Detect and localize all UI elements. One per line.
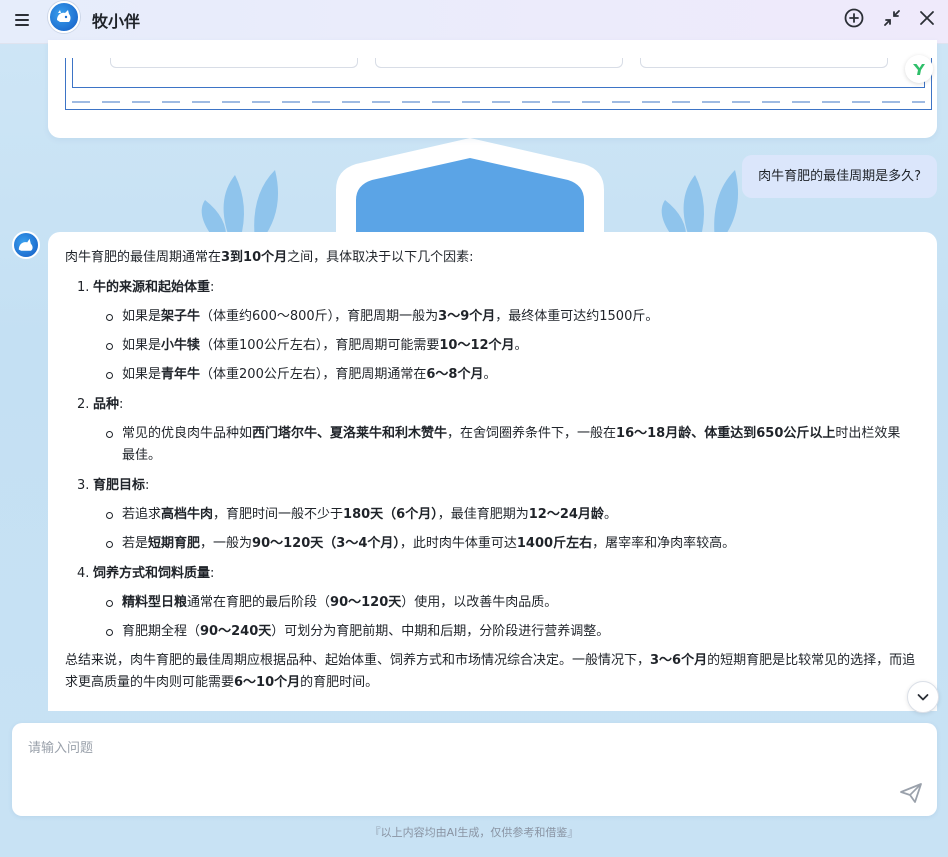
bullet-item: 精料型日粮通常在育肥的最后阶段（90～120天）使用，以改善牛肉品质。 — [65, 592, 919, 614]
list-item: 4. 饲养方式和饲料质量: — [77, 566, 215, 581]
list-item: 1. 牛的来源和起始体重: — [77, 280, 215, 295]
user-message-bubble: 肉牛育肥的最佳周期是多久? — [742, 155, 937, 198]
bullet-item: 如果是架子牛（体重约600～800斤），育肥周期一般为3～9个月，最终体重可达约… — [65, 306, 919, 328]
bot-answer-card: 肉牛育肥的最佳周期通常在3到10个月之间，具体取决于以下几个因素: 1. 牛的来源… — [48, 232, 937, 711]
dashed-divider — [72, 101, 925, 103]
hamburger-menu-icon[interactable] — [10, 8, 34, 32]
card-cell — [375, 58, 623, 68]
bullet-item: 若追求高档牛肉，育肥时间一般不少于180天（6个月），最佳育肥期为12～24月龄… — [65, 504, 919, 526]
list-item: 2. 品种: — [77, 397, 124, 412]
plus-circle-icon[interactable] — [842, 6, 866, 30]
bullet-item: 如果是小牛犊（体重100公斤左右），育肥周期可能需要10～12个月。 — [65, 335, 919, 357]
bullet-item: 若是短期育肥，一般为90～120天（3～4个月），此时肉牛体重可达1400斤左右… — [65, 533, 919, 555]
previous-message-card — [48, 40, 937, 138]
card-cell — [640, 58, 888, 68]
ai-disclaimer: 『以上内容均由AI生成，仅供参考和借鉴』 — [369, 826, 579, 839]
app-title: 牧小伴 — [92, 12, 141, 31]
bullet-item: 如果是青年牛（体重200公斤左右），育肥周期通常在6～8个月。 — [65, 364, 919, 386]
chevron-down-icon[interactable] — [907, 681, 939, 713]
app-logo — [48, 1, 80, 33]
bullet-item: 常见的优良肉牛品种如西门塔尔牛、夏洛莱牛和利木赞牛，在舍饲圈养条件下，一般在16… — [65, 423, 919, 467]
top-bar: 牧小伴 — [0, 0, 948, 44]
list-item: 3. 育肥目标: — [77, 478, 150, 493]
card-cell — [110, 58, 358, 68]
composer — [12, 723, 937, 816]
bot-avatar — [12, 231, 40, 259]
close-icon[interactable] — [915, 6, 939, 30]
paper-plane-send-icon[interactable] — [898, 780, 924, 806]
answer-summary: 总结来说，肉牛育肥的最佳周期应根据品种、起始体重、饲养方式和市场情况综合决定。一… — [65, 653, 916, 690]
answer-intro: 肉牛育肥的最佳周期通常在3到10个月之间，具体取决于以下几个因素: — [65, 250, 474, 265]
assistant-badge-icon[interactable] — [905, 55, 933, 83]
question-input[interactable] — [28, 737, 888, 797]
bullet-item: 育肥期全程（90～240天）可划分为育肥前期、中期和后期，分阶段进行营养调整。 — [65, 621, 919, 643]
minimize-arrows-icon[interactable] — [880, 6, 904, 30]
